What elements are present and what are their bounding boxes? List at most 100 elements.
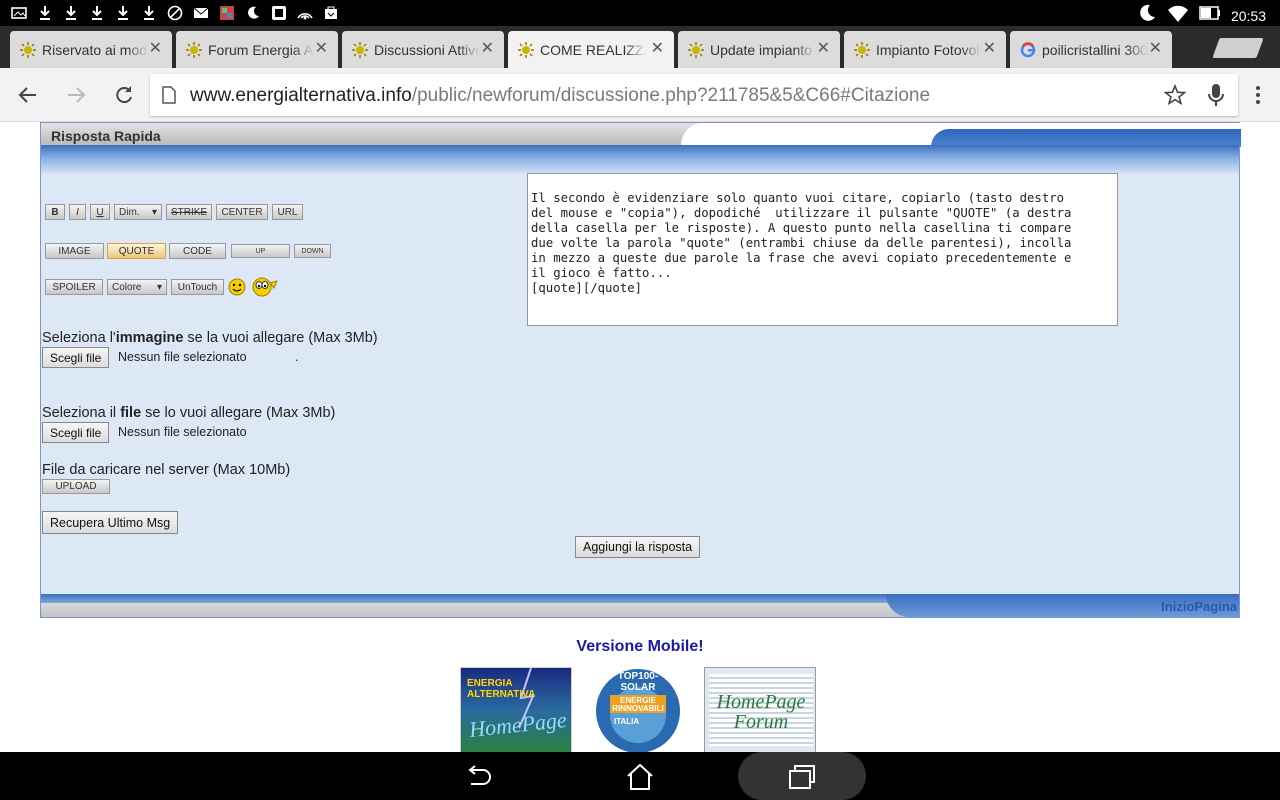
choose-image-button[interactable]: Scegli file [42,347,110,368]
untouch-button[interactable]: UnTouch [171,279,224,295]
reply-line: due volte la parola "quote" (entrambi ch… [531,236,1072,250]
close-icon[interactable]: ✕ [983,41,996,57]
reply-line: il gioco è fatto... [531,266,672,280]
recover-last-msg-button[interactable]: Recupera Ultimo Msg [42,511,179,534]
reply-textarea[interactable]: Il secondo è evidenziare solo quanto vuo… [527,173,1118,326]
homepage-forum-banner[interactable]: HomePage Forum [704,667,816,752]
mobile-version-link[interactable]: Versione Mobile! [0,638,1280,656]
menu-button[interactable] [1244,81,1272,109]
bold-button[interactable]: B [45,204,65,220]
banner-line: HomePage [716,691,806,713]
close-icon[interactable]: ✕ [315,41,328,57]
image-label-post: se la vuoi allegare (Max 3Mb) [183,330,378,346]
add-reply-button[interactable]: Aggiungi la risposta [575,536,701,558]
spoiler-button[interactable]: SPOILER [45,279,103,295]
image-file-dot: . [295,350,299,364]
microphone-icon[interactable] [1208,83,1224,107]
star-icon[interactable] [1164,84,1186,106]
file-label-bold: file [120,405,142,421]
dropdown-arrow-icon: ▾ [151,206,157,218]
banner-text: HomePage Forum [705,691,815,733]
smiley-icon[interactable] [228,278,246,296]
close-icon[interactable]: ✕ [651,41,664,57]
sun-icon [186,41,202,58]
down-button[interactable]: DOWN [294,244,331,258]
tab-discussioni[interactable]: Discussioni Attive ✕ [342,31,504,68]
web-page: Risposta Rapida B I U Dim. ▾ STRIKE CENTE… [0,122,1280,752]
image-button[interactable]: IMAGE [45,243,104,259]
tab-title: Discussioni Attive [374,41,480,58]
mail-icon [192,4,210,22]
strike-button[interactable]: STRIKE [166,204,212,220]
banner-line: ENERGIA [467,678,513,689]
navigation-bar [0,752,1280,800]
italic-button[interactable]: I [69,204,86,220]
center-button[interactable]: CENTER [216,204,268,220]
panel-footer: InizioPagina [40,594,1240,618]
clock: 20:53 [1230,7,1266,24]
quote-button[interactable]: QUOTE [107,243,166,259]
tab-title: Impianto Fotovoltaico [876,41,982,58]
tab-strip: Riservato ai moderatori ✕ Forum Energia … [0,26,1280,68]
banner-text: ENERGIA ALTERNATIVA [467,678,535,700]
close-icon[interactable]: ✕ [149,41,162,57]
tab-update-impianto[interactable]: Update impianto ✕ [678,31,840,68]
tab-title: Riservato ai moderatori [42,41,148,58]
address-bar[interactable]: www.energialternativa.info/public/newfor… [150,74,1238,116]
url-text: www.energialternativa.info/public/newfor… [190,85,930,107]
new-tab-button[interactable] [1212,38,1264,58]
status-bar: 20:53 [0,0,1280,26]
url-path: /public/newforum/discussione.php?211785&… [411,85,931,106]
emoji-icon[interactable] [250,276,278,298]
google-icon [1020,41,1036,57]
top100-solar-banner[interactable]: TOP100-SOLAR ENERGIE RINNOVABILI ITALIA [588,667,688,752]
back-arrow-icon [18,87,36,103]
sun-icon [854,41,870,58]
code-button[interactable]: CODE [169,243,226,259]
energia-alternativa-banner[interactable]: ENERGIA ALTERNATIVA HomePage [460,667,572,752]
tab-forum[interactable]: Forum Energia Alternativa ✕ [176,31,338,68]
close-icon[interactable]: ✕ [481,41,494,57]
color-select[interactable]: Colore ▾ [107,279,167,295]
banner-line: Forum [733,711,789,733]
download-icon [62,4,80,22]
file-label-pre: Seleziona il [42,405,121,421]
screenshot-icon [270,4,288,22]
download-icon [36,4,54,22]
reply-line: del mouse e "copia"), dopodiché utilizza… [531,206,1072,220]
reload-button[interactable] [110,81,138,109]
reply-line: in mezzo a queste due parole la frase ch… [531,251,1072,265]
tab-come-realizzare[interactable]: COME REALIZZARE ✕ [508,31,674,68]
blocked-icon [166,4,184,22]
home-nav-icon[interactable] [625,762,655,792]
hotspot-icon [296,4,314,22]
forward-button[interactable] [62,81,90,109]
up-button[interactable]: UP [231,244,290,258]
choose-file-button[interactable]: Scegli file [42,422,110,443]
underline-button[interactable]: U [90,204,110,220]
banner-line: ALTERNATIVA [467,689,536,700]
file-attach-label: Seleziona il file se lo vuoi allegare (M… [42,405,335,421]
upload-button[interactable]: UPLOAD [42,479,110,494]
top-of-page-link[interactable]: InizioPagina [1161,599,1237,614]
header-band [41,145,1239,173]
photo-icon [10,4,28,22]
file-status: Nessun file selezionato [118,425,247,439]
size-select[interactable]: Dim. ▾ [114,204,162,220]
back-nav-icon[interactable] [463,762,493,792]
close-icon[interactable]: ✕ [817,41,830,57]
moon-icon [1137,3,1157,28]
download-icon [114,4,132,22]
tab-impianto-fotovoltaico[interactable]: Impianto Fotovoltaico ✕ [844,31,1006,68]
reply-line: [quote][/quote] [531,281,643,295]
notification-icons [10,4,340,22]
tab-google-search[interactable]: poilicristallini 300 ✕ [1010,31,1172,68]
close-icon[interactable]: ✕ [1149,41,1162,57]
forward-arrow-icon [68,87,86,103]
tab-riservato[interactable]: Riservato ai moderatori ✕ [10,31,172,68]
url-button[interactable]: URL [272,204,303,220]
download-icon [140,4,158,22]
panel-header: Risposta Rapida [41,123,1241,173]
recents-nav-icon[interactable] [787,762,817,792]
back-button[interactable] [14,81,42,109]
